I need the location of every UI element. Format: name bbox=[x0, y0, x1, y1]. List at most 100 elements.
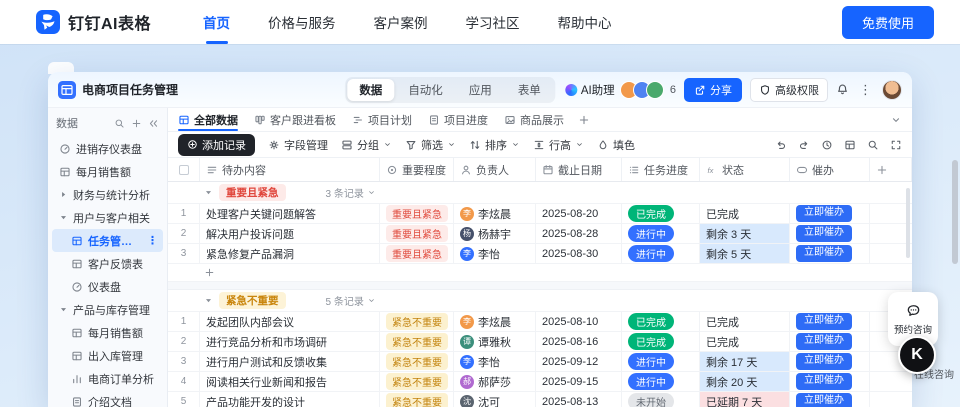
table-row[interactable]: 4 阅读相关行业新闻和报告 紧急不重要郝郝萨莎 2025-09-15 进行中 剩余 20 … bbox=[168, 372, 912, 392]
cell-owner[interactable]: 谭谭雅秋 bbox=[454, 332, 536, 351]
cell-progress[interactable]: 已完成 bbox=[622, 332, 700, 351]
sidebar-item[interactable]: 客户反馈表 bbox=[52, 252, 163, 275]
cell-due-date[interactable]: 2025-08-30 bbox=[536, 244, 622, 263]
cell-content[interactable]: 解决用户投诉问题 bbox=[200, 224, 380, 243]
cell-due-date[interactable]: 2025-09-12 bbox=[536, 352, 622, 371]
group-header[interactable]: 重要且紧急 3 条记录 bbox=[168, 182, 912, 204]
cell-status[interactable]: 已完成 bbox=[700, 332, 790, 351]
select-all-checkbox[interactable] bbox=[178, 164, 189, 175]
view-tab[interactable]: 表单 bbox=[506, 79, 553, 101]
table-row[interactable]: 2 解决用户投诉问题 重要且紧急杨杨赫宇 2025-08-28 进行中 剩余 3 天立即催… bbox=[168, 224, 912, 244]
row-number[interactable]: 3 bbox=[168, 244, 200, 263]
sidebar-item[interactable]: 每月销售额 bbox=[52, 321, 163, 344]
column-header-status[interactable]: fx 状态 bbox=[700, 158, 790, 181]
cell-owner[interactable]: 杨杨赫宇 bbox=[454, 224, 536, 243]
row-number[interactable]: 1 bbox=[168, 204, 200, 223]
cell-priority[interactable]: 紧急不重要 bbox=[380, 392, 454, 407]
user-avatar[interactable] bbox=[882, 79, 902, 100]
brand[interactable]: 钉钉AI表格 bbox=[36, 10, 151, 34]
sidebar-item[interactable]: 任务管理表 ⋮ bbox=[52, 229, 163, 252]
assistant-logo-button[interactable]: K bbox=[898, 336, 936, 374]
toolbar-tool[interactable]: 排序 bbox=[469, 137, 520, 153]
cell-progress[interactable]: 已完成 bbox=[622, 312, 700, 331]
more-menu-icon[interactable]: ⋮ bbox=[857, 82, 874, 98]
row-number[interactable]: 2 bbox=[168, 224, 200, 243]
cell-progress[interactable]: 进行中 bbox=[622, 224, 700, 243]
nav-link[interactable]: 价格与服务 bbox=[268, 0, 336, 46]
search-icon[interactable] bbox=[867, 139, 879, 151]
nav-link[interactable]: 首页 bbox=[203, 0, 230, 46]
more-icon[interactable]: ⋮ bbox=[147, 234, 158, 247]
cell-due-date[interactable]: 2025-08-20 bbox=[536, 204, 622, 223]
sidebar-item[interactable]: 介绍文档 bbox=[52, 390, 163, 407]
cell-owner[interactable]: 李李炫晨 bbox=[454, 312, 536, 331]
sheet-tab[interactable]: 客户跟进看板 bbox=[254, 108, 336, 131]
nav-link[interactable]: 客户案例 bbox=[374, 0, 428, 46]
column-header-progress[interactable]: 任务进度 bbox=[622, 158, 700, 181]
cell-due-date[interactable]: 2025-08-10 bbox=[536, 312, 622, 331]
add-sheet-icon[interactable] bbox=[578, 114, 590, 126]
view-tab[interactable]: 应用 bbox=[457, 79, 504, 101]
add-table-icon[interactable] bbox=[131, 118, 142, 129]
cell-owner[interactable]: 李李炫晨 bbox=[454, 204, 536, 223]
row-number[interactable]: 3 bbox=[168, 352, 200, 371]
cell-remind[interactable]: 立即催办 bbox=[790, 312, 870, 331]
add-column-button[interactable] bbox=[870, 158, 912, 181]
add-record-button[interactable]: 添加记录 bbox=[178, 133, 255, 156]
row-number[interactable]: 2 bbox=[168, 332, 200, 351]
row-number[interactable]: 1 bbox=[168, 312, 200, 331]
sidebar-group[interactable]: 财务与统计分析 bbox=[52, 183, 163, 206]
sheet-tab[interactable]: 全部数据 bbox=[178, 108, 238, 131]
table-row[interactable]: 3 进行用户测试和反馈收集 紧急不重要李李怡 2025-09-12 进行中 剩余 17 天… bbox=[168, 352, 912, 372]
cell-content[interactable]: 发起团队内部会议 bbox=[200, 312, 380, 331]
cell-content[interactable]: 处理客户关键问题解答 bbox=[200, 204, 380, 223]
remind-button[interactable]: 立即催办 bbox=[796, 225, 852, 242]
cell-due-date[interactable]: 2025-08-13 bbox=[536, 392, 622, 407]
view-tab[interactable]: 自动化 bbox=[396, 79, 455, 101]
sidebar-item[interactable]: 进销存仪表盘 bbox=[52, 137, 163, 160]
nav-link[interactable]: 学习社区 bbox=[466, 0, 520, 46]
notification-bell-icon[interactable] bbox=[836, 83, 849, 96]
group-count[interactable]: 3 条记录 bbox=[326, 185, 376, 200]
cell-due-date[interactable]: 2025-09-15 bbox=[536, 372, 622, 391]
cell-progress[interactable]: 进行中 bbox=[622, 352, 700, 371]
cell-remind[interactable]: 立即催办 bbox=[790, 244, 870, 263]
remind-button[interactable]: 立即催办 bbox=[796, 313, 852, 330]
view-tab[interactable]: 数据 bbox=[347, 78, 395, 101]
grid-scrollbar[interactable] bbox=[906, 188, 910, 258]
cell-content[interactable]: 阅读相关行业新闻和报告 bbox=[200, 372, 380, 391]
toolbar-tool[interactable]: 筛选 bbox=[405, 137, 456, 153]
sidebar-item[interactable]: 每月销售额 bbox=[52, 160, 163, 183]
cell-priority[interactable]: 紧急不重要 bbox=[380, 312, 454, 331]
column-header-owner[interactable]: 负责人 bbox=[454, 158, 536, 181]
cell-status[interactable]: 剩余 5 天 bbox=[700, 244, 790, 263]
expand-icon[interactable] bbox=[890, 139, 902, 151]
add-row-button[interactable] bbox=[168, 264, 912, 282]
cell-owner[interactable]: 李李怡 bbox=[454, 352, 536, 371]
cell-due-date[interactable]: 2025-08-16 bbox=[536, 332, 622, 351]
select-all-cell[interactable] bbox=[168, 158, 200, 181]
nav-link[interactable]: 帮助中心 bbox=[558, 0, 612, 46]
cell-priority[interactable]: 重要且紧急 bbox=[380, 244, 454, 263]
table-row[interactable]: 1 处理客户关键问题解答 重要且紧急李李炫晨 2025-08-20 已完成 已完成 立即催办 bbox=[168, 204, 912, 224]
sidebar-item[interactable]: 仪表盘 bbox=[52, 275, 163, 298]
search-icon[interactable] bbox=[114, 118, 125, 129]
column-header-remind[interactable]: 催办 bbox=[790, 158, 870, 181]
cell-priority[interactable]: 紧急不重要 bbox=[380, 352, 454, 371]
cell-content[interactable]: 进行竞品分析和市场调研 bbox=[200, 332, 380, 351]
cell-status[interactable]: 剩余 20 天 bbox=[700, 372, 790, 391]
share-button[interactable]: 分享 bbox=[684, 77, 742, 102]
cell-progress[interactable]: 未开始 bbox=[622, 392, 700, 407]
group-header[interactable]: 紧急不重要 5 条记录 bbox=[168, 290, 912, 312]
cell-priority[interactable]: 重要且紧急 bbox=[380, 224, 454, 243]
cell-due-date[interactable]: 2025-08-28 bbox=[536, 224, 622, 243]
group-label[interactable]: 重要且紧急 bbox=[219, 184, 286, 201]
undo-icon[interactable] bbox=[775, 139, 787, 151]
cell-remind[interactable]: 立即催办 bbox=[790, 224, 870, 243]
cell-remind[interactable]: 立即催办 bbox=[790, 372, 870, 391]
cell-status[interactable]: 已延期 7 天 bbox=[700, 392, 790, 407]
sheet-list-chevron-icon[interactable] bbox=[890, 114, 902, 126]
collaborator-avatars[interactable] bbox=[619, 80, 664, 99]
group-count[interactable]: 5 条记录 bbox=[326, 293, 376, 308]
row-number[interactable]: 5 bbox=[168, 392, 200, 407]
